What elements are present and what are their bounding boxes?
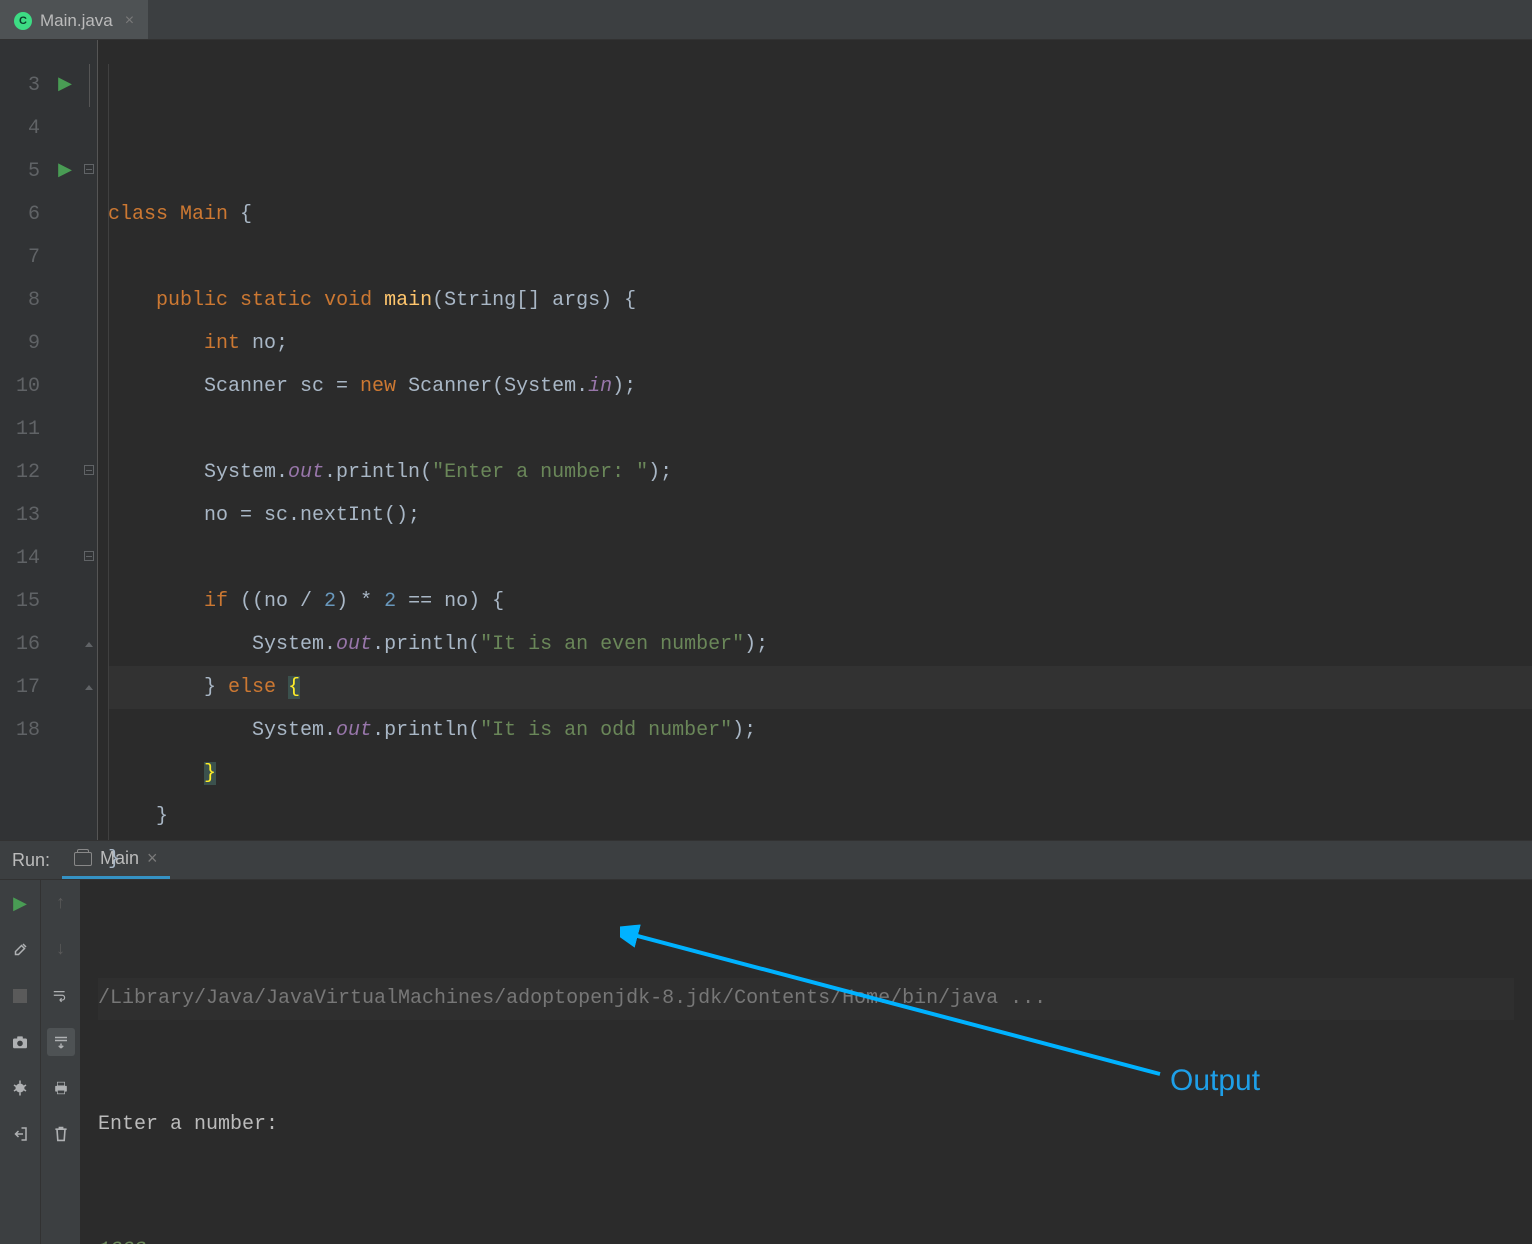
run-marker-gutter: ▶▶ — [50, 40, 80, 840]
line-number: 18 — [0, 709, 40, 752]
code-editor[interactable]: 3456789101112131415161718 ▶▶ class Main … — [0, 40, 1532, 840]
line-number: 4 — [0, 107, 40, 150]
fold-toggle-icon[interactable] — [84, 164, 94, 174]
line-number: 5 — [0, 150, 40, 193]
file-tab-main[interactable]: C Main.java × — [0, 0, 148, 39]
code-line[interactable]: } else { — [108, 666, 1532, 709]
line-number: 3 — [0, 64, 40, 107]
line-number: 14 — [0, 537, 40, 580]
line-number: 10 — [0, 365, 40, 408]
console-command-line: /Library/Java/JavaVirtualMachines/adopto… — [98, 978, 1514, 1020]
run-config-icon — [74, 852, 92, 866]
file-tab-label: Main.java — [40, 11, 113, 31]
java-class-icon: C — [14, 12, 32, 30]
soft-wrap-icon[interactable] — [47, 982, 75, 1010]
code-line[interactable]: class Main { — [108, 193, 1532, 236]
stop-icon[interactable] — [6, 982, 34, 1010]
fold-toggle-icon[interactable] — [84, 465, 94, 475]
run-line-icon[interactable]: ▶ — [50, 64, 80, 107]
down-arrow-icon[interactable]: ↓ — [47, 936, 75, 964]
wrench-icon[interactable] — [6, 936, 34, 964]
line-number: 15 — [0, 580, 40, 623]
close-icon[interactable]: × — [125, 12, 134, 30]
camera-icon[interactable] — [6, 1028, 34, 1056]
code-line[interactable]: System.out.println("It is an odd number"… — [108, 709, 1532, 752]
code-area[interactable]: class Main { public static void main(Str… — [98, 40, 1532, 840]
line-number: 12 — [0, 451, 40, 494]
exit-icon[interactable] — [6, 1120, 34, 1148]
code-line[interactable]: System.out.println("It is an even number… — [108, 623, 1532, 666]
line-number: 16 — [0, 623, 40, 666]
code-line[interactable]: int no; — [108, 322, 1532, 365]
run-toolbar-left: ▶ — [0, 880, 40, 1244]
code-line[interactable]: } — [108, 838, 1532, 881]
code-line[interactable]: public static void main(String[] args) { — [108, 279, 1532, 322]
code-line[interactable] — [108, 537, 1532, 580]
fold-end-icon — [85, 637, 93, 651]
run-panel-label: Run: — [0, 850, 62, 871]
code-line[interactable]: if ((no / 2) * 2 == no) { — [108, 580, 1532, 623]
code-line[interactable]: System.out.println("Enter a number: "); — [108, 451, 1532, 494]
line-number: 7 — [0, 236, 40, 279]
line-number: 6 — [0, 193, 40, 236]
console-line-input: 1223 — [98, 1230, 1514, 1244]
fold-toggle-icon[interactable] — [84, 551, 94, 561]
annotation-label: Output — [1170, 1060, 1260, 1102]
scroll-to-end-icon[interactable] — [47, 1028, 75, 1056]
rerun-icon[interactable]: ▶ — [6, 890, 34, 918]
fold-gutter — [80, 40, 98, 840]
bug-icon[interactable] — [6, 1074, 34, 1102]
trash-icon[interactable] — [47, 1120, 75, 1148]
run-panel-body: ▶ ↑ ↓ /Library/Java/Ja — [0, 880, 1532, 1244]
fold-end-icon — [85, 680, 93, 694]
line-number: 11 — [0, 408, 40, 451]
console-output[interactable]: /Library/Java/JavaVirtualMachines/adopto… — [80, 880, 1532, 1244]
line-number: 9 — [0, 322, 40, 365]
console-line-prompt: Enter a number: — [98, 1104, 1514, 1146]
code-line[interactable] — [108, 408, 1532, 451]
line-number-gutter: 3456789101112131415161718 — [0, 40, 50, 840]
editor-tabbar: C Main.java × — [0, 0, 1532, 40]
run-toolbar-inner: ↑ ↓ — [40, 880, 80, 1244]
run-line-icon[interactable]: ▶ — [50, 150, 80, 193]
line-number: 13 — [0, 494, 40, 537]
line-number: 8 — [0, 279, 40, 322]
print-icon[interactable] — [47, 1074, 75, 1102]
code-line[interactable]: } — [108, 795, 1532, 838]
code-line[interactable] — [108, 236, 1532, 279]
code-line[interactable]: } — [108, 752, 1532, 795]
code-line[interactable]: no = sc.nextInt(); — [108, 494, 1532, 537]
line-number: 17 — [0, 666, 40, 709]
code-line[interactable]: Scanner sc = new Scanner(System.in); — [108, 365, 1532, 408]
up-arrow-icon[interactable]: ↑ — [47, 890, 75, 918]
